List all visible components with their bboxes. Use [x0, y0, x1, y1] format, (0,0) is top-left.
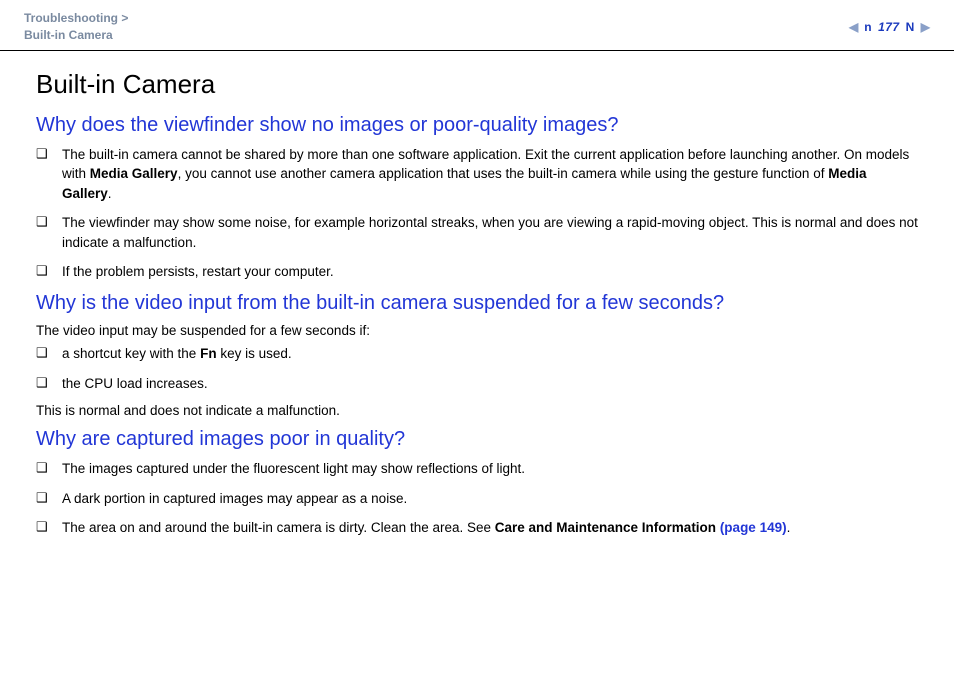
- list-item: The viewfinder may show some noise, for …: [36, 213, 918, 252]
- bullet-list: a shortcut key with the Fn key is used. …: [36, 344, 918, 393]
- page-content: Built-in Camera Why does the viewfinder …: [0, 51, 954, 558]
- bullet-list: The built-in camera cannot be shared by …: [36, 145, 918, 282]
- section-heading: Why is the video input from the built-in…: [36, 292, 918, 315]
- list-item: The images captured under the fluorescen…: [36, 459, 918, 479]
- breadcrumb-current: Built-in Camera: [24, 28, 113, 42]
- section-heading: Why are captured images poor in quality?: [36, 428, 918, 451]
- list-item: The area on and around the built-in came…: [36, 518, 918, 538]
- breadcrumb-section: Troubleshooting: [24, 11, 118, 25]
- page-title: Built-in Camera: [36, 69, 918, 100]
- breadcrumb: Troubleshooting > Built-in Camera: [24, 10, 128, 44]
- page-number: 177: [878, 20, 900, 34]
- list-item: A dark portion in captured images may ap…: [36, 489, 918, 509]
- page-marker-N: N: [906, 20, 915, 34]
- list-item: If the problem persists, restart your co…: [36, 262, 918, 282]
- page-marker-n: n: [864, 20, 872, 34]
- prev-page-icon[interactable]: ◀: [849, 20, 858, 34]
- next-page-icon[interactable]: ▶: [921, 20, 930, 34]
- section-outro: This is normal and does not indicate a m…: [36, 403, 918, 418]
- page-header: Troubleshooting > Built-in Camera ◀ n 17…: [0, 0, 954, 51]
- bullet-list: The images captured under the fluorescen…: [36, 459, 918, 538]
- section-heading: Why does the viewfinder show no images o…: [36, 114, 918, 137]
- section-intro: The video input may be suspended for a f…: [36, 323, 918, 338]
- breadcrumb-sep: >: [118, 11, 128, 25]
- list-item: The built-in camera cannot be shared by …: [36, 145, 918, 204]
- list-item: a shortcut key with the Fn key is used.: [36, 344, 918, 364]
- page-link[interactable]: (page 149): [720, 520, 787, 535]
- list-item: the CPU load increases.: [36, 374, 918, 394]
- page-number-nav: ◀ n 177 N ▶: [849, 20, 930, 34]
